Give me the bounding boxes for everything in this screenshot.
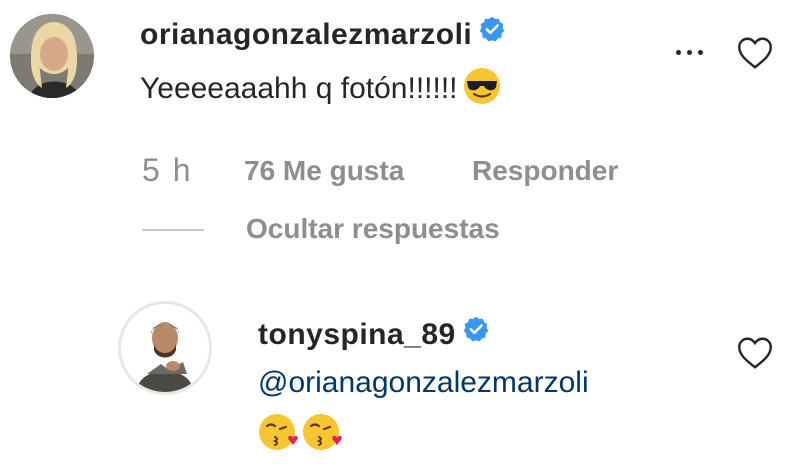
like-heart-icon[interactable] [737, 336, 773, 375]
comment-likes[interactable]: 76 Me gusta [244, 155, 404, 187]
kissing-heart-emoji-icon [256, 410, 300, 454]
sunglasses-emoji-icon [462, 66, 502, 114]
comment-text-body: Yeeeeaaahh q fotón!!!!!! [140, 71, 458, 105]
avatar-tonyspina-89[interactable] [118, 301, 212, 395]
comment-username[interactable]: orianagonzalezmarzoli [140, 15, 506, 54]
comment-time: 5 h [142, 152, 193, 188]
reply-username-text[interactable]: tonyspina_89 [258, 318, 456, 351]
kissing-heart-emoji-icon [300, 410, 344, 454]
reply-emojis [256, 410, 344, 454]
reply-button[interactable]: Responder [472, 155, 618, 187]
verified-badge-icon [462, 315, 490, 351]
more-options-icon[interactable] [676, 50, 703, 55]
hide-replies-button[interactable]: Ocultar respuestas [246, 213, 500, 245]
reply-username[interactable]: tonyspina_89 [258, 315, 490, 354]
verified-badge-icon [478, 15, 506, 51]
like-heart-icon[interactable] [737, 36, 773, 75]
reply-mention-link[interactable]: @orianagonzalezmarzoli [258, 366, 589, 400]
comment-username-text[interactable]: orianagonzalezmarzoli [140, 18, 472, 51]
replies-divider [142, 229, 204, 231]
avatar-orianagonzalezmarzoli[interactable] [10, 14, 94, 98]
comment-text: Yeeeeaaahh q fotón!!!!!! [140, 66, 502, 114]
